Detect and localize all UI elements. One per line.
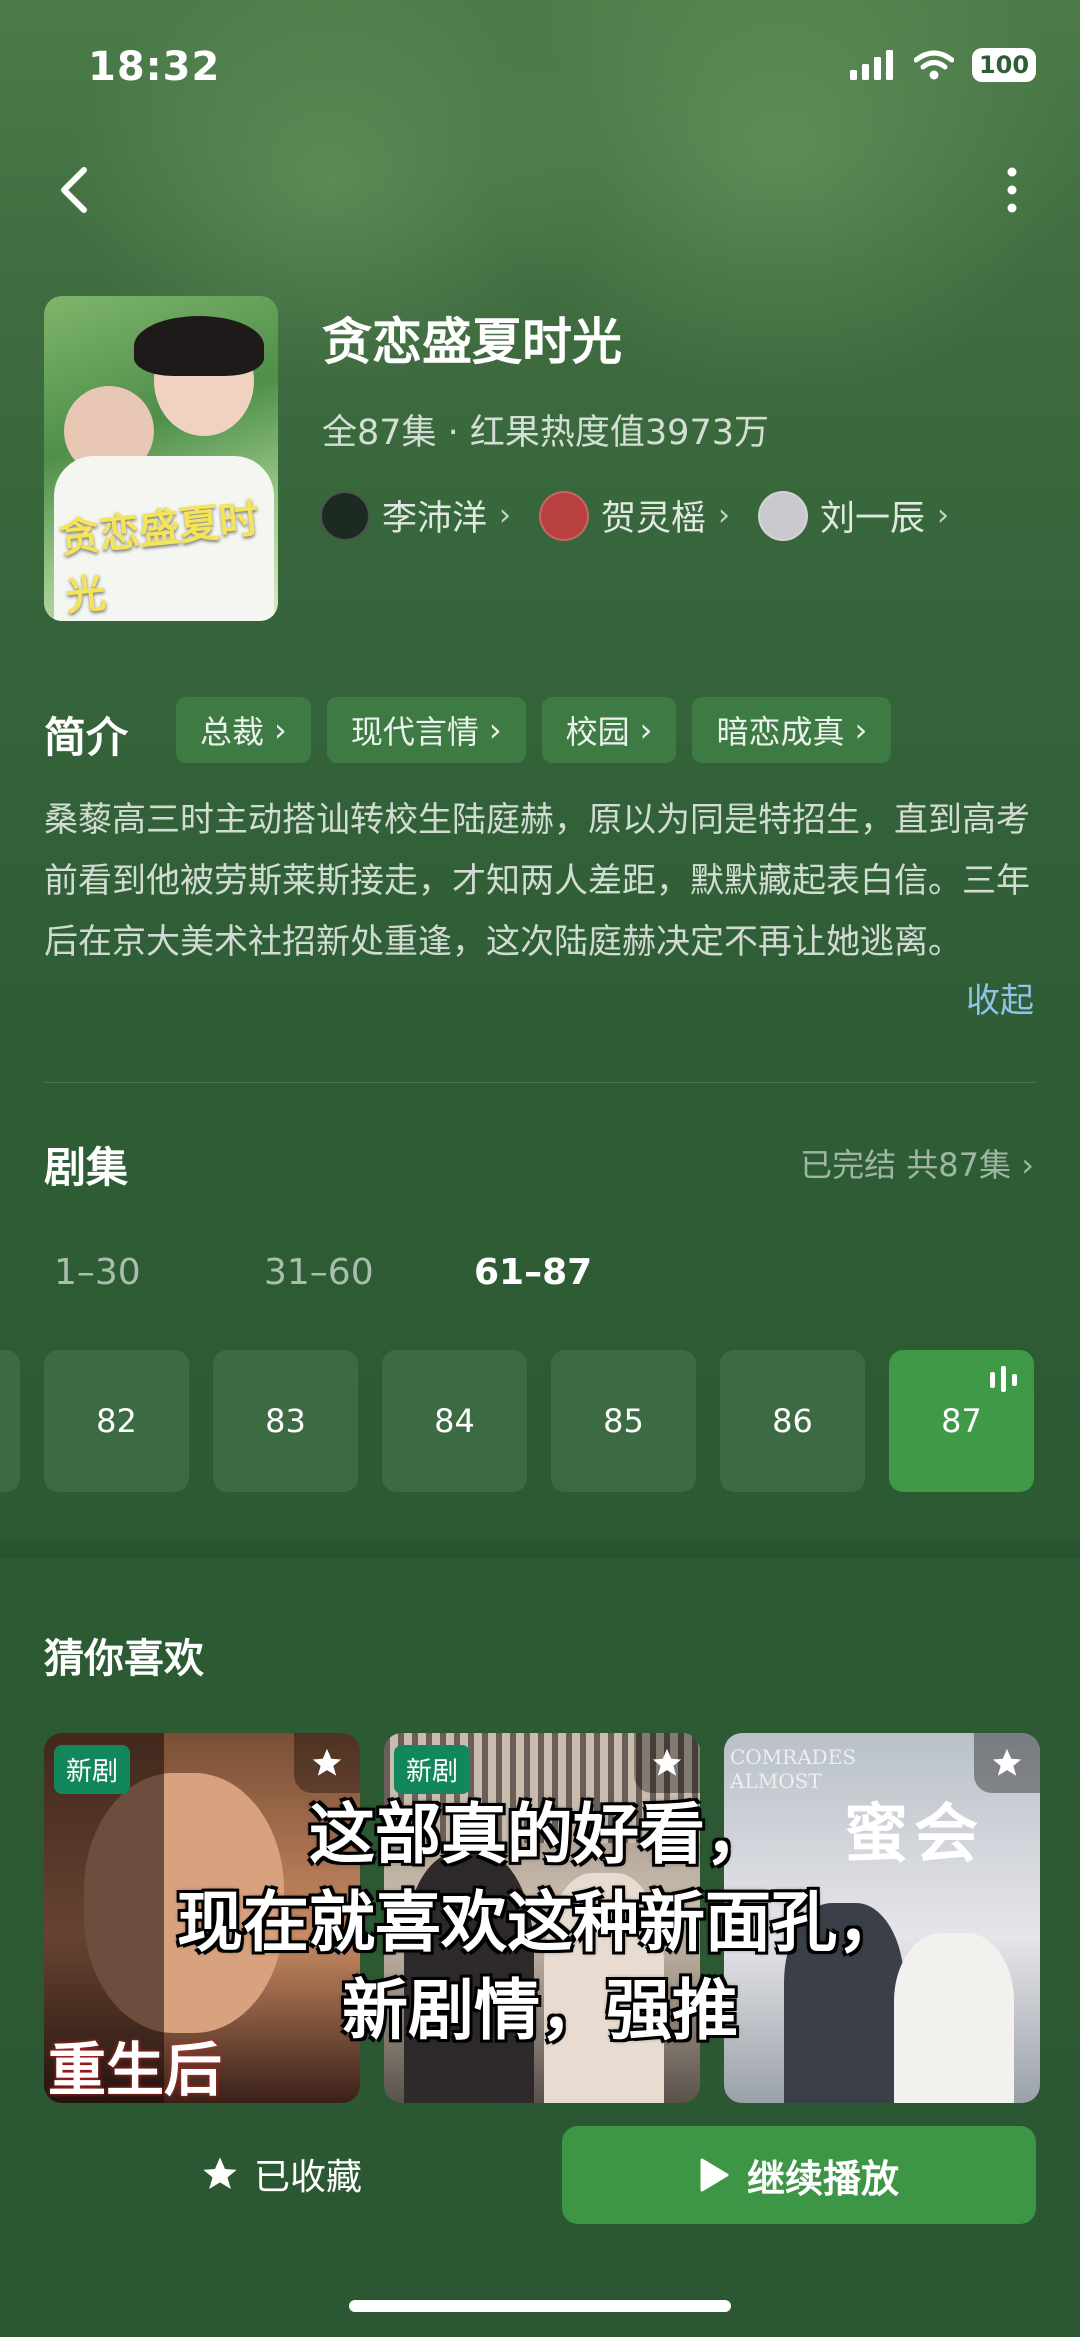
episode-range-tabs: 1–30 31–60 61–87 [54, 1252, 684, 1293]
cast-list: 李沛洋 › 贺灵榣 › 刘一辰 › [320, 490, 949, 541]
episodes-status: 已完结 共87集 [800, 1146, 1012, 1184]
episode-button-partial[interactable] [0, 1350, 20, 1492]
cast-name: 贺灵榣 [601, 499, 707, 539]
more-vertical-icon [1007, 167, 1017, 213]
tag-chip[interactable]: 校园 › [541, 697, 677, 763]
drama-poster: 贪恋盛夏时光 [44, 296, 278, 621]
episode-grid: 82 83 84 85 86 87 [44, 1350, 1034, 1492]
tag-list: 总裁 › 现代言情 › 校园 › 暗恋成真 › [176, 697, 892, 763]
tab-range[interactable]: 31–60 [264, 1252, 474, 1293]
tag-label: 暗恋成真 [716, 713, 845, 751]
cast-item[interactable]: 李沛洋 › [320, 490, 511, 541]
episode-button[interactable]: 86 [720, 1350, 865, 1492]
overlay-caption: 这部真的好看， 现在就喜欢这种新面孔， 新剧情，强推 [0, 1790, 1080, 2054]
chevron-left-icon [61, 167, 87, 213]
recommend-heading: 猜你喜欢 [44, 1636, 204, 1682]
play-label: 继续播放 [746, 2156, 899, 2201]
chevron-right-icon: › [937, 498, 950, 533]
home-indicator[interactable] [349, 2300, 731, 2312]
cast-item[interactable]: 贺灵榣 › [539, 490, 730, 541]
favorite-toggle[interactable] [294, 1733, 360, 1793]
chevron-right-icon: › [718, 498, 731, 533]
episode-button[interactable]: 83 [213, 1350, 358, 1492]
intro-description: 桑藜高三时主动搭讪转校生陆庭赫，原以为同是特招生，直到高考前看到他被劳斯莱斯接走… [44, 800, 1030, 962]
tag-label: 校园 [565, 713, 630, 751]
episode-button[interactable]: 82 [44, 1350, 189, 1492]
new-badge: 新剧 [394, 1745, 471, 1794]
poster-title: 贪恋盛夏时光 [57, 494, 262, 621]
wifi-icon [914, 50, 954, 80]
episode-button[interactable]: 84 [382, 1350, 527, 1492]
battery-indicator: 100 [972, 48, 1036, 82]
cast-name: 李沛洋 [382, 499, 488, 539]
episodes-heading: 剧集 [44, 1143, 129, 1192]
chevron-right-icon: › [854, 711, 868, 749]
tag-label: 现代言情 [350, 713, 479, 751]
card-overline-text: COMRADES ALMOST [730, 1745, 857, 1793]
cast-name: 刘一辰 [820, 499, 926, 539]
star-icon [312, 1748, 342, 1776]
chevron-right-icon: › [639, 711, 653, 749]
tag-chip[interactable]: 暗恋成真 › [692, 697, 892, 763]
tag-label: 总裁 [200, 713, 265, 751]
status-time: 18:32 [88, 44, 221, 90]
cast-item[interactable]: 刘一辰 › [758, 490, 949, 541]
chevron-right-icon: › [488, 711, 502, 749]
episodes-status-link[interactable]: 已完结 共87集 › [800, 1140, 1034, 1186]
chevron-right-icon: › [1021, 1146, 1034, 1184]
favorite-label: 已收藏 [254, 2157, 363, 2198]
star-icon [203, 2157, 237, 2189]
episode-button[interactable]: 85 [551, 1350, 696, 1492]
now-playing-icon [990, 1366, 1017, 1392]
tab-range[interactable]: 1–30 [54, 1252, 264, 1293]
drama-title: 贪恋盛夏时光 [322, 313, 622, 371]
collapse-link[interactable]: 收起 [966, 973, 1034, 1022]
caption-line: 现在就喜欢这种新面孔， [177, 1883, 903, 1961]
caption-line: 这部真的好看， [309, 1795, 771, 1873]
favorite-button[interactable]: 已收藏 [200, 2148, 362, 2200]
status-icons: 100 [850, 48, 1036, 82]
cellular-signal-icon [850, 50, 893, 80]
divider [44, 1082, 1036, 1083]
tab-range-active[interactable]: 61–87 [474, 1252, 684, 1293]
episode-button-current[interactable]: 87 [889, 1350, 1034, 1492]
avatar [539, 490, 590, 541]
avatar [758, 490, 809, 541]
chevron-right-icon: › [274, 711, 287, 749]
favorite-toggle[interactable] [974, 1733, 1040, 1793]
chevron-right-icon: › [499, 498, 512, 533]
tag-chip[interactable]: 现代言情 › [326, 697, 526, 763]
caption-line: 新剧情，强推 [342, 1971, 738, 2049]
star-icon [992, 1748, 1022, 1776]
star-icon [652, 1748, 682, 1776]
continue-play-button[interactable]: 继续播放 [562, 2126, 1036, 2224]
more-options-button[interactable] [992, 160, 1032, 220]
intro-heading: 简介 [44, 713, 129, 762]
favorite-toggle[interactable] [634, 1733, 700, 1793]
drama-meta: 全87集 · 红果热度值3973万 [322, 413, 769, 453]
avatar [320, 490, 370, 541]
tag-chip[interactable]: 总裁 › [176, 697, 311, 763]
back-button[interactable] [48, 160, 108, 220]
section-separator [0, 1540, 1080, 1558]
play-icon [700, 2158, 729, 2192]
new-badge: 新剧 [54, 1745, 131, 1794]
poster-hair [134, 316, 264, 376]
episode-number: 87 [941, 1402, 982, 1440]
